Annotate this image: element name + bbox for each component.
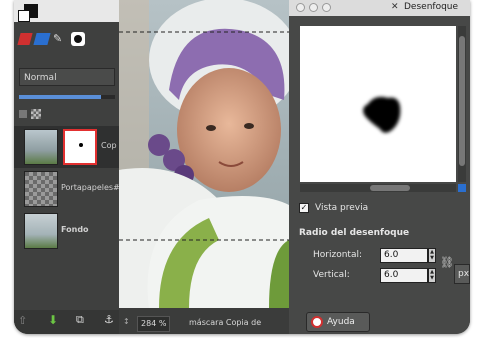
vertical-stepper[interactable]: ▲ ▼ [428, 268, 436, 283]
layer-label: Cop [101, 141, 117, 150]
app-icon: ✕ [391, 2, 399, 12]
mode-select[interactable]: Normal [19, 68, 115, 86]
dialog-titlebar: ✕ Desenfoque [289, 0, 470, 16]
layer-mask-thumbnail[interactable] [63, 129, 97, 165]
help-button[interactable]: Ayuda [306, 312, 370, 332]
anchor-layer-icon[interactable]: ⚓ [104, 313, 114, 326]
app-window: ✎ Normal Cop Portapapeles# Fondo ⇧ ⬇ ⧉ ⚓ [14, 0, 470, 334]
layers-dock: ✎ Normal Cop Portapapeles# Fondo ⇧ ⬇ ⧉ ⚓ [14, 0, 120, 334]
preview-label: Vista previa [315, 203, 369, 213]
lifebuoy-icon [311, 316, 323, 328]
pattern-icon[interactable] [33, 33, 51, 45]
minimize-window-button[interactable] [309, 3, 318, 12]
layer-row-copy[interactable]: Cop [14, 126, 119, 168]
close-window-button[interactable] [296, 3, 305, 12]
raise-layer-icon[interactable]: ⇧ [18, 314, 27, 327]
preview-checkbox[interactable]: ✓ [299, 203, 309, 213]
layer-thumbnail [24, 213, 58, 249]
lower-layer-icon[interactable]: ⬇ [48, 313, 58, 327]
photo-image [119, 0, 289, 308]
document-icon[interactable] [71, 32, 85, 46]
horizontal-label: Horizontal: [313, 250, 362, 260]
tool-options-strip [14, 0, 119, 22]
brush-icon[interactable] [17, 33, 33, 45]
vertical-input[interactable]: 6.0 [380, 268, 428, 283]
layers-toolbar: ⇧ ⬇ ⧉ ⚓ [14, 310, 119, 334]
vertical-label: Vertical: [313, 270, 350, 280]
preview-hscrollbar[interactable] [300, 184, 456, 192]
section-title: Radio del desenfoque [299, 228, 410, 238]
status-text: máscara Copia de [189, 318, 262, 327]
lock-pixels-icon[interactable] [19, 110, 27, 118]
blur-preview-image [363, 96, 401, 133]
unit-select[interactable]: px [454, 264, 470, 284]
horizontal-input[interactable]: 6.0 [380, 248, 428, 263]
zoom-window-button[interactable] [322, 3, 331, 12]
navigate-icon[interactable] [458, 184, 466, 192]
opacity-slider[interactable] [19, 95, 115, 99]
layer-row-background[interactable]: Fondo [14, 210, 119, 252]
chain-link-icon[interactable]: ⛓ [440, 256, 454, 269]
layer-thumbnail [24, 129, 58, 165]
background-color-swatch[interactable] [18, 10, 30, 22]
layer-label: Fondo [61, 225, 89, 234]
blur-dialog: ✕ Desenfoque ✓ Vista previa Radio del de… [289, 0, 470, 334]
horizontal-stepper[interactable]: ▲ ▼ [428, 248, 436, 263]
status-bar: ↕ 284 % máscara Copia de [119, 314, 289, 334]
help-label: Ayuda [327, 317, 355, 327]
preview-area[interactable] [300, 26, 456, 182]
pointer-icon: ↕ [123, 317, 130, 326]
layer-label: Portapapeles# [61, 183, 120, 192]
layer-thumbnail [24, 171, 58, 207]
dialog-title: Desenfoque [404, 2, 459, 12]
image-canvas[interactable] [119, 0, 289, 308]
zoom-select[interactable]: 284 % [137, 316, 171, 332]
preview-vscrollbar[interactable] [458, 26, 466, 182]
layer-row-clipboard[interactable]: Portapapeles# [14, 168, 120, 210]
lock-alpha-icon[interactable] [31, 109, 41, 119]
duplicate-layer-icon[interactable]: ⧉ [76, 313, 84, 327]
gradient-icon[interactable]: ✎ [53, 32, 67, 46]
